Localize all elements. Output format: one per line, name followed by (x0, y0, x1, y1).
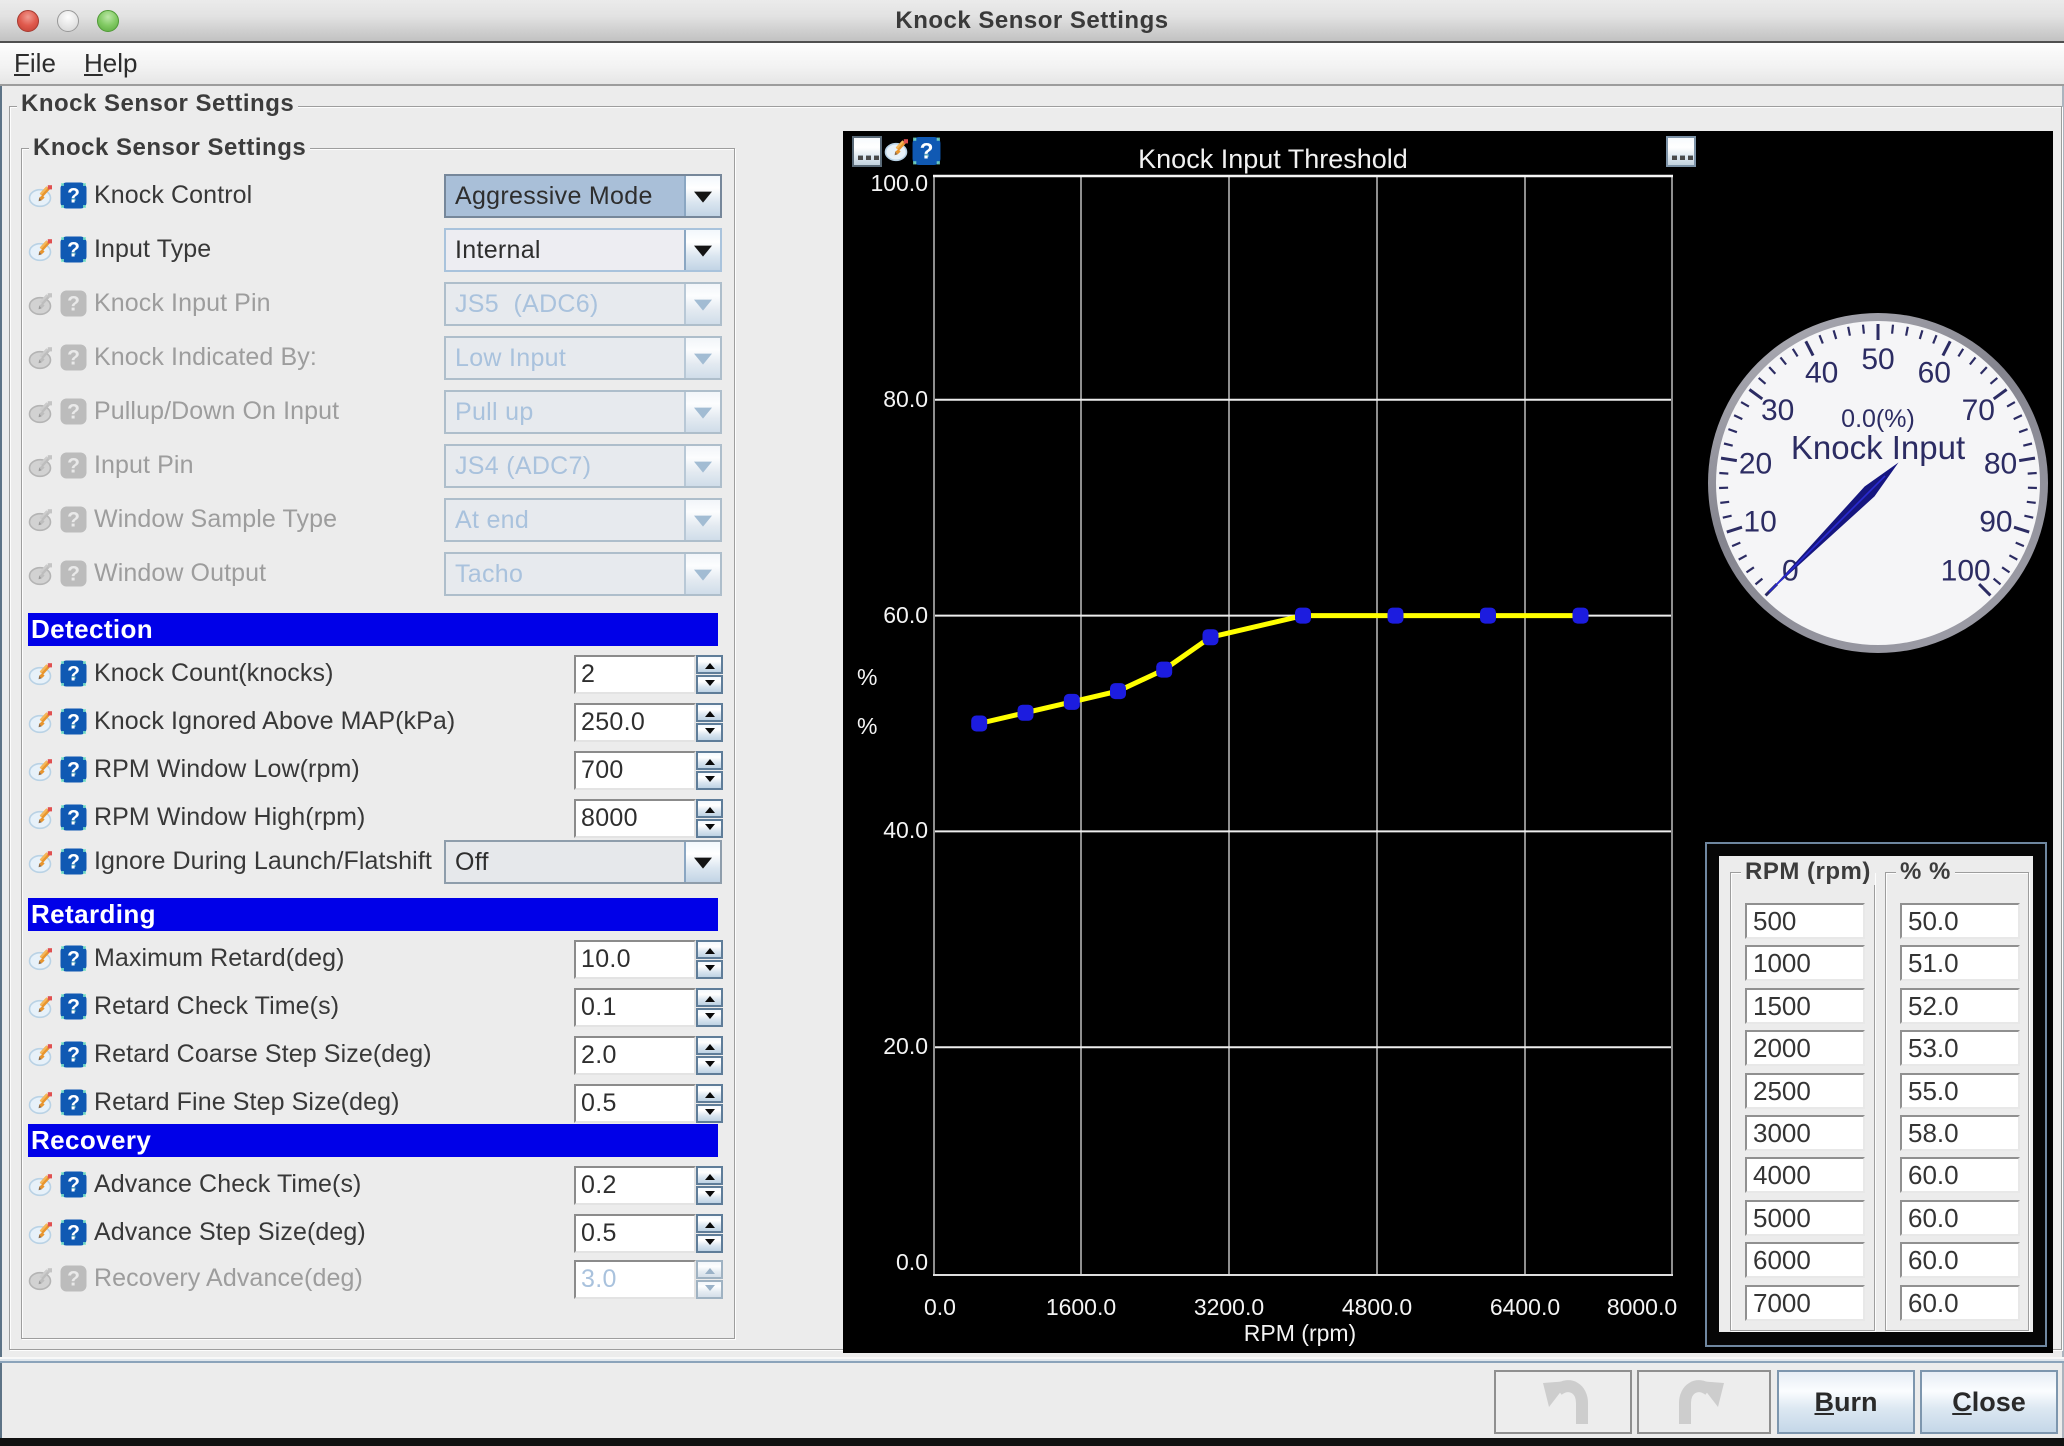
svg-text:?: ? (67, 509, 80, 532)
svg-text:?: ? (67, 185, 80, 208)
svg-text:?: ? (67, 1222, 80, 1245)
svg-text:?: ? (67, 239, 80, 262)
svg-text:10: 10 (1743, 505, 1776, 538)
svg-text:?: ? (67, 759, 80, 782)
svg-text:?: ? (67, 455, 80, 478)
svg-text:?: ? (67, 1174, 80, 1197)
svg-text:?: ? (67, 663, 80, 686)
svg-text:?: ? (67, 563, 80, 586)
svg-text:60: 60 (1918, 357, 1951, 390)
svg-text:70: 70 (1962, 394, 1995, 427)
svg-text:20: 20 (1739, 448, 1772, 481)
svg-text:30: 30 (1761, 394, 1794, 427)
svg-text:?: ? (920, 139, 934, 164)
svg-text:?: ? (67, 948, 80, 971)
svg-text:80: 80 (1984, 448, 2017, 481)
svg-text:?: ? (67, 996, 80, 1019)
svg-text:90: 90 (1979, 505, 2012, 538)
svg-text:50: 50 (1861, 343, 1894, 376)
svg-text:?: ? (67, 1268, 80, 1291)
svg-text:40: 40 (1805, 357, 1838, 390)
svg-text:?: ? (67, 293, 80, 316)
svg-text:?: ? (67, 807, 80, 830)
svg-text:?: ? (67, 1044, 80, 1067)
svg-text:?: ? (67, 851, 80, 874)
svg-text:?: ? (67, 347, 80, 370)
svg-text:?: ? (67, 401, 80, 424)
svg-text:?: ? (67, 711, 80, 734)
svg-text:Knock Input: Knock Input (1791, 429, 1965, 466)
svg-text:100: 100 (1941, 555, 1991, 588)
svg-text:?: ? (67, 1092, 80, 1115)
